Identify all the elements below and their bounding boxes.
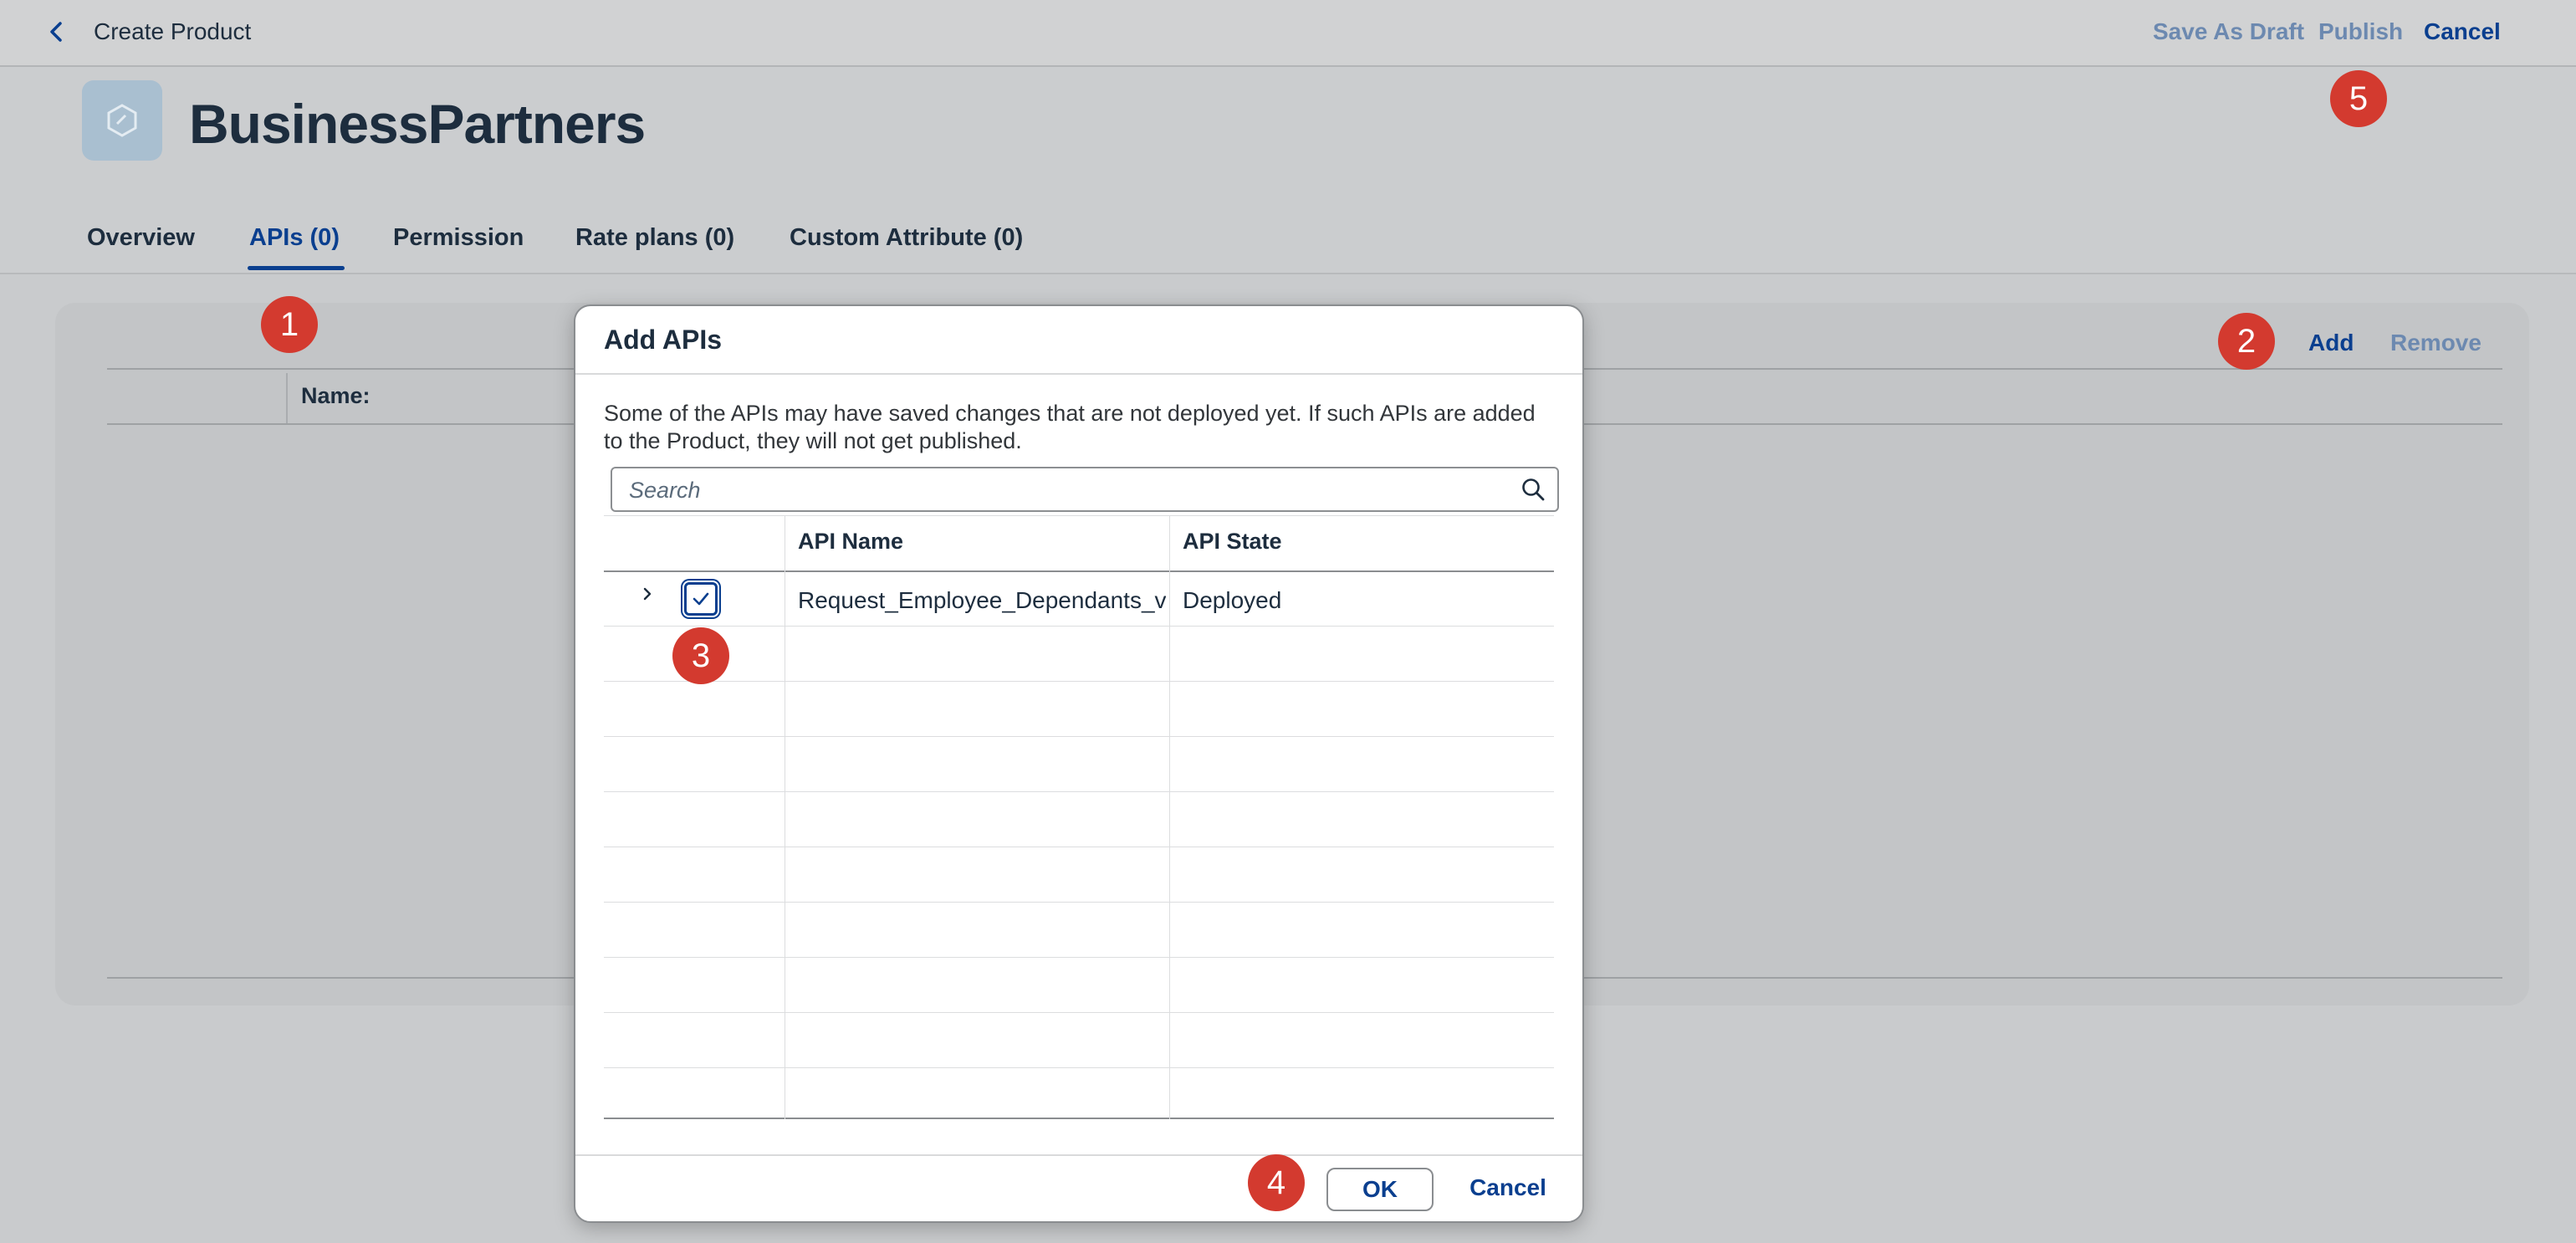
product-icon [82, 80, 162, 161]
dialog-cancel-button[interactable]: Cancel [1462, 1168, 1554, 1208]
dialog-header-divider [575, 373, 1582, 375]
row-line [604, 626, 1554, 627]
back-button[interactable] [42, 17, 72, 47]
row-line [604, 1067, 1554, 1068]
dialog-message: Some of the APIs may have saved changes … [604, 401, 1536, 453]
publish-button[interactable]: Publish [2318, 18, 2403, 45]
checkmark-icon [693, 592, 709, 606]
row-line [604, 736, 1554, 737]
row-line [604, 791, 1554, 792]
add-apis-dialog: Add APIs Some of the APIs may have saved… [574, 304, 1584, 1223]
row-select-checkbox[interactable] [684, 582, 718, 616]
product-title: BusinessPartners [189, 93, 646, 155]
row-line [604, 957, 1554, 958]
row-line [604, 902, 1554, 903]
tab-overview[interactable]: Overview [87, 224, 195, 252]
name-column-header: Name: [301, 383, 371, 408]
tab-apis[interactable]: APIs (0) [249, 224, 340, 252]
api-name-header: API Name [798, 529, 904, 554]
api-name-cell: Request_Employee_Dependants_v1 [798, 587, 1166, 613]
table-bottom-line [604, 1118, 1554, 1119]
object-header: BusinessPartners Overview APIs (0) Permi… [0, 67, 2576, 274]
column-divider [1169, 515, 1170, 1119]
table-header-line [604, 570, 1554, 572]
step-badge-5: 5 [2330, 70, 2387, 127]
step-badge-4: 4 [1248, 1154, 1305, 1211]
cancel-button[interactable]: Cancel [2424, 18, 2501, 45]
dialog-title: Add APIs [604, 325, 723, 355]
app-title: Create Product [94, 18, 252, 44]
step-badge-1: 1 [261, 296, 318, 353]
dialog-footer-divider [575, 1154, 1582, 1156]
tab-rate-plans[interactable]: Rate plans (0) [575, 224, 734, 252]
search-field [611, 467, 1559, 512]
table-top-line [604, 515, 1554, 516]
tab-custom-attribute[interactable]: Custom Attribute (0) [790, 224, 1023, 252]
row-line [604, 1012, 1554, 1013]
api-state-cell: Deployed [1183, 587, 1282, 613]
step-badge-3: 3 [672, 627, 729, 684]
active-tab-indicator [248, 266, 345, 270]
tab-permission[interactable]: Permission [393, 224, 524, 252]
row-line [604, 681, 1554, 682]
search-input[interactable] [627, 468, 1500, 512]
api-state-header: API State [1183, 529, 1282, 554]
column-separator [286, 373, 288, 425]
apis-table: API Name API State Request_Employee_Depe… [604, 515, 1554, 1119]
expand-row-icon[interactable] [637, 582, 657, 611]
add-button[interactable]: Add [2308, 330, 2354, 356]
step-badge-2: 2 [2218, 313, 2275, 370]
remove-button[interactable]: Remove [2390, 330, 2481, 356]
chevron-left-icon [50, 22, 62, 42]
ok-button[interactable]: OK [1326, 1168, 1434, 1211]
shell-bar: Create Product Save As Draft Publish Can… [0, 0, 2576, 67]
save-as-draft-button[interactable]: Save As Draft [2153, 18, 2304, 45]
search-icon[interactable] [1521, 477, 1546, 506]
